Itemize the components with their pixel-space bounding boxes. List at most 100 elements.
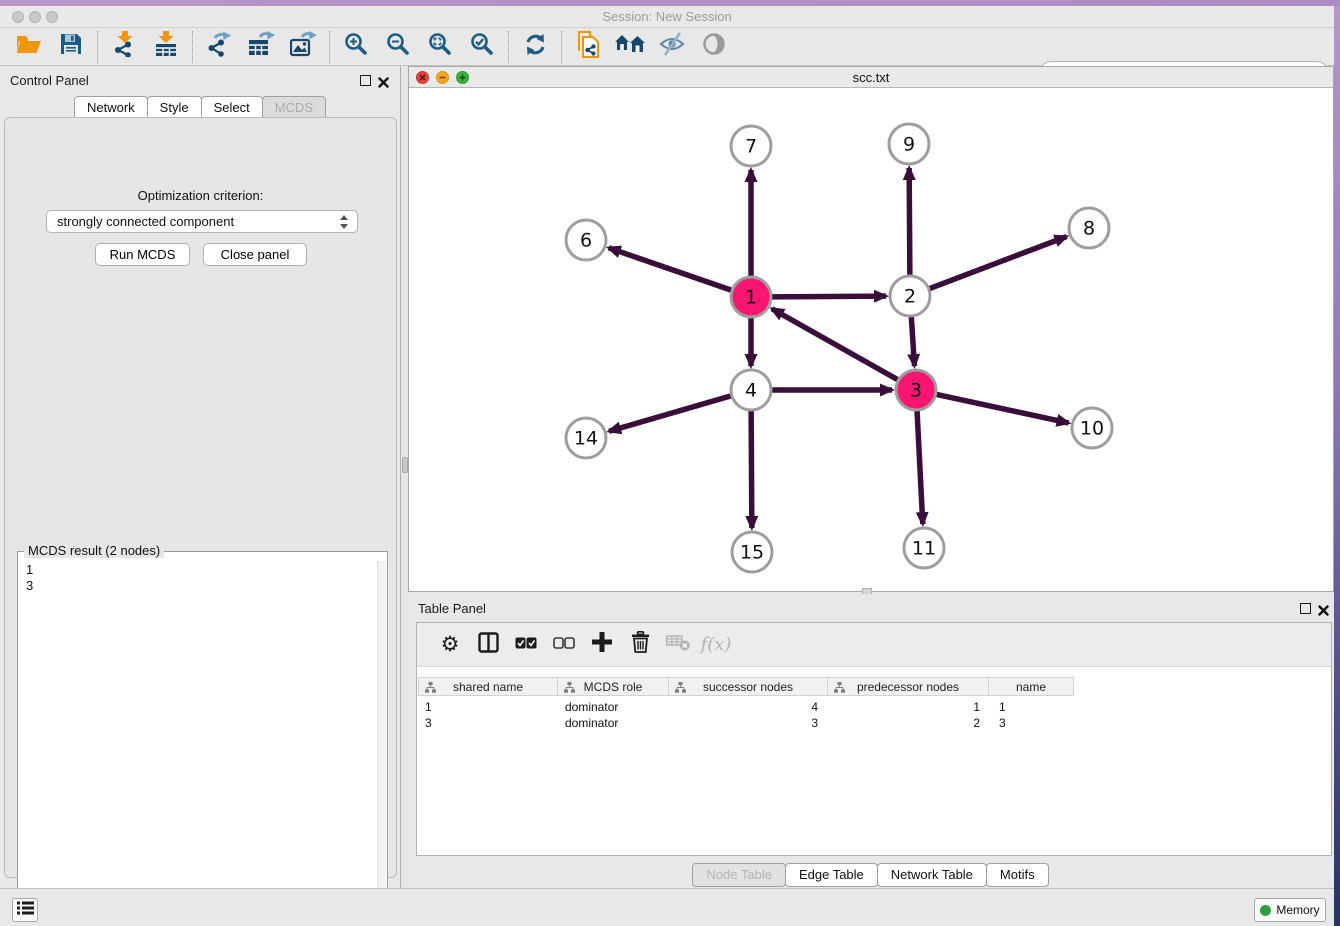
home-layout-button[interactable]	[609, 30, 651, 64]
graph-edge-4-14[interactable]	[609, 396, 731, 431]
graph-edge-2-3[interactable]	[911, 317, 914, 366]
window-title: Session: New Session	[0, 9, 1334, 24]
close-table-panel-icon[interactable]	[1318, 603, 1329, 621]
table-row[interactable]: 3dominator323	[419, 715, 1079, 731]
toolbar-separator	[561, 31, 562, 63]
graph-edge-2-9[interactable]	[909, 168, 910, 275]
tab-edge-table[interactable]: Edge Table	[785, 863, 878, 887]
column-header-name[interactable]: name	[988, 677, 1074, 696]
graph-node-label-8: 8	[1083, 218, 1095, 240]
network-view-window: scc.txt 1234678910111415	[408, 66, 1334, 592]
export-image-button[interactable]	[282, 30, 324, 64]
column-label: name	[1016, 680, 1046, 694]
hide-selected-button[interactable]	[651, 30, 693, 64]
cell-successor-nodes[interactable]: 3	[671, 715, 831, 731]
column-header-shared-name[interactable]: shared name	[418, 677, 558, 696]
column-layout-button[interactable]	[469, 628, 507, 662]
zoom-in-button[interactable]	[335, 30, 377, 64]
cell-shared-name[interactable]: 3	[419, 715, 559, 731]
import-table-button[interactable]	[145, 30, 187, 64]
graph-edge-3-1[interactable]	[772, 309, 898, 380]
cell-mcds-role[interactable]: dominator	[559, 715, 671, 731]
tab-network-table[interactable]: Network Table	[877, 863, 987, 887]
table-row[interactable]: 1dominator411	[419, 699, 1079, 715]
function-builder-button[interactable]: f(x)	[697, 628, 735, 662]
column-header-predecessor-nodes[interactable]: predecessor nodes	[827, 677, 989, 696]
open-session-button[interactable]	[8, 30, 50, 64]
list-icon	[17, 901, 34, 920]
export-table-icon	[248, 31, 275, 62]
optimization-criterion-label: Optimization criterion:	[5, 188, 396, 203]
show-hidden-button[interactable]	[693, 30, 735, 64]
hierarchy-icon	[425, 682, 436, 696]
graph-node-label-1: 1	[745, 287, 757, 309]
graph-node-label-4: 4	[745, 380, 757, 402]
tab-node-table[interactable]: Node Table	[692, 863, 786, 887]
zoom-fit-button[interactable]	[419, 30, 461, 64]
graph-node-label-11: 11	[912, 538, 936, 560]
criterion-select[interactable]: strongly connected component	[46, 210, 358, 233]
cell-mcds-role[interactable]: dominator	[559, 699, 671, 715]
network-canvas[interactable]: 1234678910111415	[409, 88, 1333, 591]
table-toolbar: ⚙ f(x)	[417, 623, 1331, 667]
graph-edge-2-8[interactable]	[930, 237, 1067, 289]
zoom-out-button[interactable]	[377, 30, 419, 64]
float-table-panel-icon[interactable]	[1300, 603, 1311, 614]
cell-shared-name[interactable]: 1	[419, 699, 559, 715]
cell-successor-nodes[interactable]: 4	[671, 699, 831, 715]
cell-predecessor-nodes[interactable]: 1	[831, 699, 993, 715]
table-options-button[interactable]: ⚙	[431, 628, 469, 662]
zoom-selected-icon	[470, 32, 494, 61]
open-folder-icon	[16, 33, 42, 60]
memory-button[interactable]: Memory	[1254, 898, 1326, 922]
deselect-all-button[interactable]	[545, 628, 583, 662]
float-panel-icon[interactable]	[360, 75, 371, 86]
delete-column-button[interactable]	[621, 628, 659, 662]
mcds-result-box: MCDS result (2 nodes) 13	[17, 551, 388, 921]
delete-table-button[interactable]	[659, 628, 697, 662]
export-table-button[interactable]	[240, 30, 282, 64]
column-header-mcds-role[interactable]: MCDS role	[557, 677, 669, 696]
graph-node-label-6: 6	[580, 230, 592, 252]
column-header-successor-nodes[interactable]: successor nodes	[668, 677, 828, 696]
graph-edge-3-10[interactable]	[937, 394, 1069, 423]
graph-node-label-14: 14	[574, 428, 598, 450]
tab-motifs[interactable]: Motifs	[986, 863, 1049, 887]
cell-name[interactable]: 1	[993, 699, 1079, 715]
main-toolbar	[0, 28, 1334, 66]
graph-edge-3-11[interactable]	[917, 411, 923, 524]
network-graph: 1234678910111415	[409, 88, 1333, 591]
graph-edge-4-15[interactable]	[751, 411, 752, 528]
eye-slash-icon	[659, 32, 686, 61]
export-network-button[interactable]	[198, 30, 240, 64]
graph-edge-1-6[interactable]	[609, 248, 731, 290]
eye-disabled-icon	[702, 32, 726, 61]
import-network-button[interactable]	[103, 30, 145, 64]
select-stepper-icon	[340, 215, 349, 229]
cell-predecessor-nodes[interactable]: 2	[831, 715, 993, 731]
copy-network-document-icon	[577, 31, 600, 63]
graph-edge-1-2[interactable]	[772, 296, 886, 297]
result-line: 3	[26, 578, 33, 594]
checked-boxes-icon	[515, 636, 537, 654]
export-image-icon	[290, 31, 317, 62]
close-panel-icon[interactable]	[378, 75, 389, 93]
vertical-splitter[interactable]	[400, 66, 408, 888]
save-session-button[interactable]	[50, 30, 92, 64]
columns-icon	[478, 632, 499, 658]
select-all-button[interactable]	[507, 628, 545, 662]
toolbar-separator	[97, 31, 98, 63]
save-disk-icon	[60, 33, 82, 60]
close-panel-button[interactable]: Close panel	[203, 243, 307, 266]
add-column-button[interactable]	[583, 628, 621, 662]
graph-node-label-3: 3	[910, 380, 922, 402]
refresh-button[interactable]	[514, 30, 556, 64]
run-mcds-button[interactable]: Run MCDS	[95, 243, 190, 266]
task-history-button[interactable]	[12, 898, 38, 922]
result-scrollbar[interactable]	[377, 561, 386, 919]
copy-network-view-button[interactable]	[567, 30, 609, 64]
table-frame: ⚙ f(x) shared nameMCDS rolesuccessor nod…	[416, 622, 1332, 856]
cell-name[interactable]: 3	[993, 715, 1079, 731]
zoom-selected-button[interactable]	[461, 30, 503, 64]
graph-node-label-2: 2	[904, 286, 916, 308]
